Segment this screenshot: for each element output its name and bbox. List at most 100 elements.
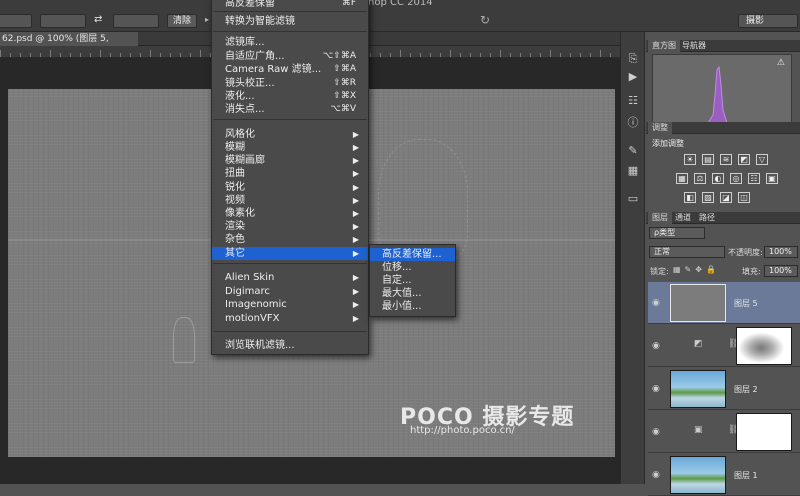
filter-menu-item[interactable]: Alien Skin ▶ — [212, 271, 368, 284]
filter-menu-item[interactable]: 液化... ⇧⌘X — [212, 90, 368, 103]
layer-mask-thumbnail[interactable] — [736, 327, 792, 365]
layer-row[interactable]: ◉ 图层 1 — [648, 454, 800, 496]
opacity-field[interactable]: 100% — [764, 246, 798, 258]
tab-layers[interactable]: 图层 — [648, 212, 672, 224]
invert-icon[interactable]: ◧ — [684, 192, 696, 203]
options-field-2[interactable] — [40, 14, 86, 28]
filter-menu-item[interactable]: 其它 ▶ — [212, 247, 368, 260]
tab-navigator[interactable]: 导航器 — [678, 40, 710, 52]
filter-menu-item[interactable]: Digimarc ▶ — [212, 285, 368, 298]
filter-menu-item[interactable]: 镜头校正... ⇧⌘R — [212, 77, 368, 90]
black-white-icon[interactable]: ◐ — [712, 173, 724, 184]
info-icon[interactable]: ⓘ — [626, 116, 640, 130]
tab-channels[interactable]: 通道 — [671, 212, 695, 224]
histogram-warning-icon[interactable]: ⚠ — [777, 58, 785, 68]
filter-menu-item[interactable]: motionVFX ▶ — [212, 312, 368, 325]
tree-silhouette — [378, 139, 468, 259]
gradient-map-icon[interactable]: ◫ — [738, 192, 750, 203]
rotate-view-icon[interactable]: ↻ — [480, 13, 490, 27]
document-tab[interactable]: 62.psd @ 100% (图层 5, RGB/8) * — [0, 32, 138, 58]
filter-menu-item-label: 消失点... — [225, 104, 265, 115]
filter-menu-item[interactable]: 像素化 ▶ — [212, 207, 368, 220]
other-submenu-item[interactable]: 最小值... — [370, 300, 455, 313]
channel-mixer-icon[interactable]: ☷ — [748, 173, 760, 184]
ruler-tick — [480, 53, 481, 57]
grid-icon[interactable]: ▦ — [626, 164, 640, 178]
paint-brushes-icon[interactable]: ✎ — [626, 144, 640, 158]
hue-icon[interactable]: ▦ — [676, 173, 688, 184]
swap-arrows-icon[interactable]: ⇄ — [94, 14, 102, 25]
filter-menu-item[interactable]: 滤镜库... — [212, 36, 368, 49]
other-submenu-item[interactable]: 位移... — [370, 261, 455, 274]
threshold-icon[interactable]: ◪ — [720, 192, 732, 203]
history-icon[interactable]: ⎘ — [626, 52, 640, 66]
other-submenu-item[interactable]: 高反差保留... — [370, 248, 455, 261]
other-submenu-item[interactable]: 最大值... — [370, 287, 455, 300]
visibility-eye-icon[interactable]: ◉ — [652, 384, 660, 394]
posterize-icon[interactable]: ▨ — [702, 192, 714, 203]
filter-menu-item[interactable]: 浏览联机滤镜... — [212, 339, 368, 352]
filter-menu-item[interactable]: 杂色 ▶ — [212, 233, 368, 246]
ruler-tick — [60, 53, 61, 57]
filter-menu-item[interactable]: 渲染 ▶ — [212, 220, 368, 233]
visibility-eye-icon[interactable]: ◉ — [652, 298, 660, 308]
filter-menu-item[interactable]: 转换为智能滤镜 — [212, 15, 368, 28]
levels-icon[interactable]: ▤ — [702, 154, 714, 165]
layer-kind-filter[interactable]: ρ类型 — [649, 227, 705, 239]
visibility-eye-icon[interactable]: ◉ — [652, 341, 660, 351]
layer-row[interactable]: ◉ 图层 5 — [648, 282, 800, 324]
filter-menu-item[interactable]: 锐化 ▶ — [212, 181, 368, 194]
tab-paths[interactable]: 路径 — [695, 212, 719, 224]
color-lookup-icon[interactable]: ▣ — [766, 173, 778, 184]
layer-thumbnail[interactable] — [670, 370, 726, 408]
play-actions-icon[interactable]: ▶ — [626, 70, 640, 84]
fill-field[interactable]: 100% — [764, 265, 798, 277]
app-title: hop CC 2014 — [368, 0, 433, 8]
filter-menu-item[interactable]: 自适应广角... ⌥⇧⌘A — [212, 50, 368, 63]
options-field-3[interactable] — [113, 14, 159, 28]
layer-name[interactable]: 图层 1 — [734, 470, 758, 481]
layer-mask-thumbnail[interactable] — [736, 413, 792, 451]
brightness-icon[interactable]: ☀ — [684, 154, 696, 165]
layer-thumbnail[interactable] — [670, 456, 726, 494]
layer-row[interactable]: ◉ 图层 2 — [648, 368, 800, 410]
vibrance-icon[interactable]: ▽ — [756, 154, 768, 165]
ruler-tick — [580, 53, 581, 57]
layer-row[interactable]: ◉ ◩ ⛓ — [648, 325, 800, 367]
filter-menu-item[interactable]: Imagenomic ▶ — [212, 298, 368, 311]
filter-menu-item[interactable]: 模糊 ▶ — [212, 141, 368, 154]
tab-histogram[interactable]: 直方图 — [648, 40, 680, 52]
visibility-eye-icon[interactable]: ◉ — [652, 427, 660, 437]
curves-icon[interactable]: ≋ — [720, 154, 732, 165]
filter-menu-item[interactable]: 风格化 ▶ — [212, 128, 368, 141]
clear-button[interactable]: 清除 — [167, 14, 197, 28]
tool-presets-icon[interactable]: ▭ — [626, 192, 640, 206]
blend-mode-select[interactable]: 正常 — [649, 246, 725, 258]
filter-menu-item-label: 滤镜库... — [225, 37, 265, 48]
workspace-switcher[interactable]: 摄影 — [738, 14, 798, 28]
properties-icon[interactable]: ☷ — [626, 94, 640, 108]
photo-filter-icon[interactable]: ◎ — [730, 173, 742, 184]
menu-shortcut: ⌥⇧⌘A — [322, 51, 356, 61]
lock-icons[interactable]: ▦✎✥🔒 — [673, 265, 720, 274]
layer-name[interactable]: 图层 2 — [734, 384, 758, 395]
filter-menu-item-label: Alien Skin — [225, 272, 275, 283]
filter-menu-item[interactable]: Camera Raw 滤镜... ⇧⌘A — [212, 63, 368, 76]
exposure-icon[interactable]: ◩ — [738, 154, 750, 165]
options-field-1[interactable] — [0, 14, 32, 28]
ruler-tick — [0, 50, 1, 57]
other-submenu-item[interactable]: 自定... — [370, 274, 455, 287]
filter-menu-item[interactable]: 消失点... ⌥⌘V — [212, 103, 368, 116]
filter-menu-item[interactable]: 模糊画廊 ▶ — [212, 154, 368, 167]
tab-adjustments[interactable]: 调整 — [648, 122, 672, 134]
color-balance-icon[interactable]: ⚖ — [694, 173, 706, 184]
layer-thumbnail[interactable] — [670, 284, 726, 322]
visibility-eye-icon[interactable]: ◉ — [652, 470, 660, 480]
layer-row[interactable]: ◉ ▣ ⛓ — [648, 411, 800, 453]
ruler-tick — [590, 53, 591, 57]
filter-menu-item[interactable]: 扭曲 ▶ — [212, 167, 368, 180]
ruler-tick — [150, 50, 151, 57]
layer-name[interactable]: 图层 5 — [734, 298, 758, 309]
filter-menu-item[interactable]: 高反差保留 ⌘F — [212, 0, 368, 10]
filter-menu-item[interactable]: 视频 ▶ — [212, 194, 368, 207]
